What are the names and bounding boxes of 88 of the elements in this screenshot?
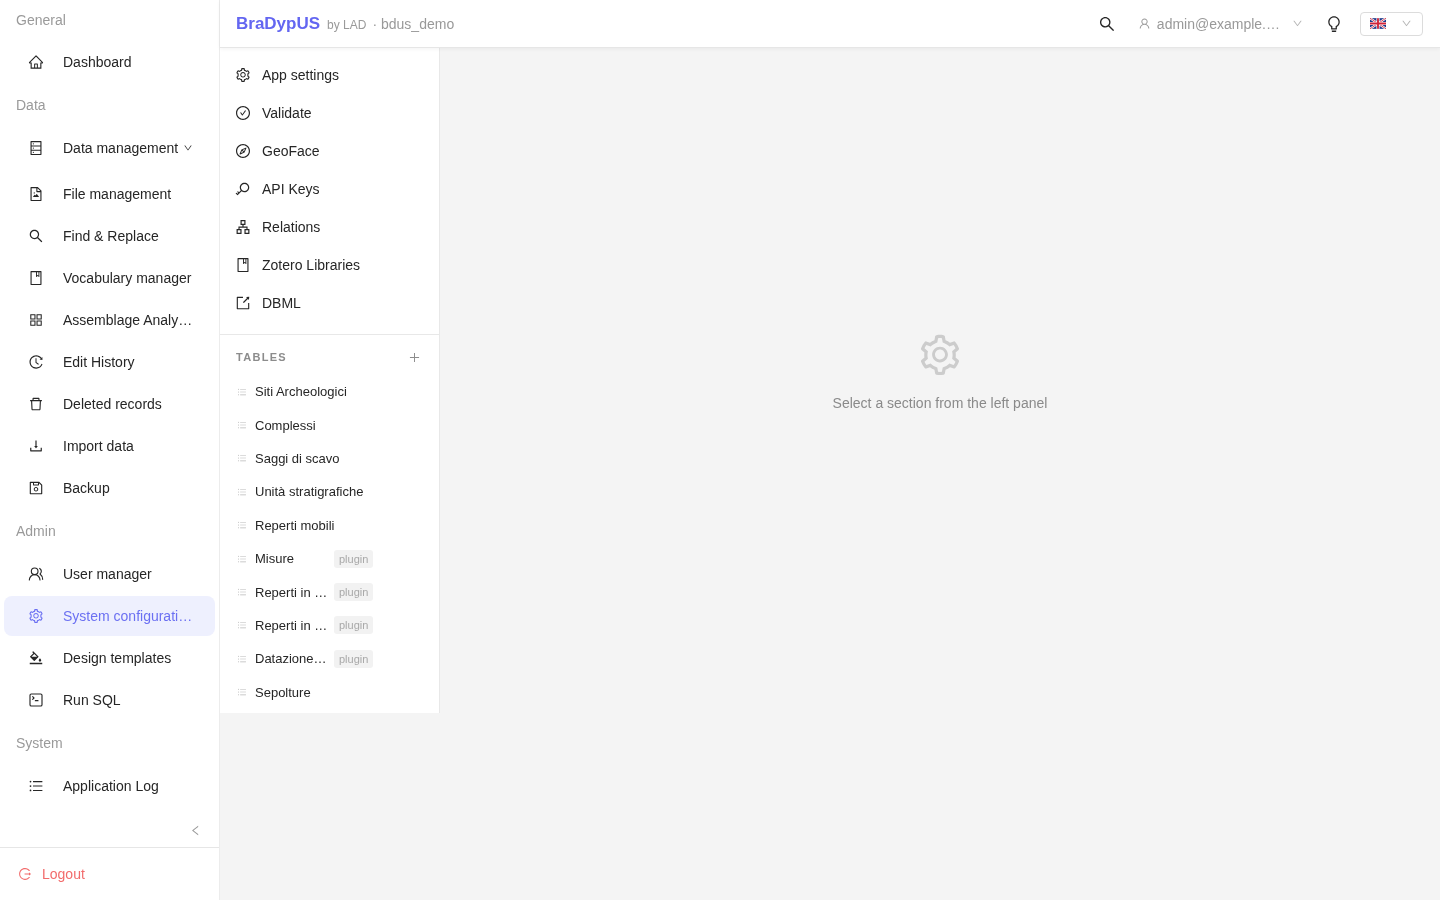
user-icon [1137, 17, 1151, 30]
book-icon [28, 270, 44, 286]
app-title: BraDypUS [236, 13, 321, 34]
trash-icon [28, 396, 44, 412]
sidebar-item[interactable]: Run SQL [4, 680, 215, 720]
settings-menu-item[interactable]: DBML [220, 284, 439, 322]
list-icon [237, 420, 247, 431]
plugin-tag: plugin [334, 649, 374, 668]
settings-menu-item[interactable]: Validate [220, 94, 439, 132]
plugin-tag: plugin [334, 549, 374, 568]
house-icon [28, 54, 44, 70]
sidebar-item[interactable]: Edit History [4, 342, 215, 382]
sidebar-item[interactable]: Backup [4, 468, 215, 508]
list-icon [237, 486, 247, 497]
table-item[interactable]: Misure plugin [220, 541, 439, 576]
table-item[interactable]: Datazione… plugin [220, 642, 439, 676]
section-title: General [16, 11, 66, 29]
users-icon [28, 566, 44, 582]
search-button[interactable] [1097, 14, 1116, 33]
terminal-icon [28, 692, 44, 708]
sidebar-item[interactable]: User manager [4, 554, 215, 594]
sidebar-item[interactable]: Assemblage Analy… [4, 300, 215, 340]
list-icon [237, 620, 247, 631]
sidebar-item[interactable]: Import data [4, 426, 215, 466]
table-item[interactable]: Complessi [220, 408, 439, 442]
sidebar-item[interactable]: File management [4, 174, 215, 214]
sidebar-item[interactable]: Application Log [4, 766, 215, 806]
section-title: TABLES [236, 351, 287, 363]
settings-menu-item[interactable]: Zotero Libraries [220, 246, 439, 284]
list-icon [237, 687, 247, 698]
list-icon [237, 587, 247, 598]
lightbulb-icon [1325, 14, 1343, 33]
sidebar-item[interactable]: Design templates [4, 638, 215, 678]
search-icon [28, 228, 44, 244]
hierarchy-icon [235, 219, 251, 235]
database-icon [28, 140, 44, 156]
table-item[interactable]: Siti Archeologici [220, 375, 439, 409]
byline: by LAD [327, 17, 367, 32]
table-item[interactable]: Saggi di scavo [220, 441, 439, 476]
database-name: · bdus_demo [372, 15, 455, 32]
book-icon [235, 257, 251, 273]
plus-icon [408, 350, 421, 364]
save-icon [28, 480, 44, 496]
sidebar-item[interactable]: Vocabulary manager [4, 258, 215, 298]
section-title: Data [16, 96, 46, 114]
section-title: Admin [16, 522, 56, 540]
paint-bucket-icon [28, 650, 44, 666]
logout-icon [18, 867, 32, 881]
tips-button[interactable] [1325, 14, 1343, 33]
grid-icon [28, 312, 44, 328]
empty-state-message: Select a section from the left panel [832, 395, 1048, 411]
list-icon [237, 453, 247, 464]
table-item[interactable]: Reperti mobili [220, 508, 439, 542]
sidebar-item[interactable]: Deleted records [4, 384, 215, 424]
sidebar-item[interactable]: Dashboard [4, 42, 215, 82]
export-icon [235, 295, 251, 311]
history-icon [28, 354, 44, 370]
chevron-down-icon [1292, 18, 1303, 29]
table-item[interactable]: Reperti in … plugin [220, 608, 439, 643]
key-icon [235, 181, 251, 197]
sidebar-item[interactable]: Data management [4, 128, 215, 168]
download-icon [28, 438, 44, 454]
table-item[interactable]: Reperti in … plugin [220, 575, 439, 609]
flag-icon [1370, 18, 1386, 29]
table-item[interactable]: Sepolture [220, 675, 439, 709]
compass-icon [235, 143, 251, 159]
settings-menu-item[interactable]: API Keys [220, 170, 439, 208]
table-item[interactable]: Unità stratigrafiche [220, 475, 439, 509]
language-select[interactable] [1360, 11, 1423, 36]
section-title: System [16, 734, 63, 752]
settings-menu-item[interactable]: GeoFace [220, 132, 439, 170]
settings-menu-item[interactable]: App settings [220, 56, 439, 94]
list-icon [237, 653, 247, 664]
list-icon [237, 386, 247, 397]
plugin-tag: plugin [334, 583, 374, 602]
list-icon [237, 520, 247, 531]
settings-menu-item[interactable]: Relations [220, 208, 439, 246]
search-icon [1097, 14, 1116, 33]
image-file-icon [28, 186, 44, 202]
add-table-button[interactable] [408, 350, 421, 364]
sidebar-item[interactable]: System configurati… [4, 596, 215, 636]
list-icon [28, 778, 44, 794]
plugin-tag: plugin [334, 616, 374, 635]
settings-icon [28, 608, 44, 624]
settings-icon [235, 67, 251, 83]
chevron-down-icon [1401, 18, 1412, 29]
sidebar-item[interactable]: Find & Replace [4, 216, 215, 256]
list-icon [237, 553, 247, 564]
